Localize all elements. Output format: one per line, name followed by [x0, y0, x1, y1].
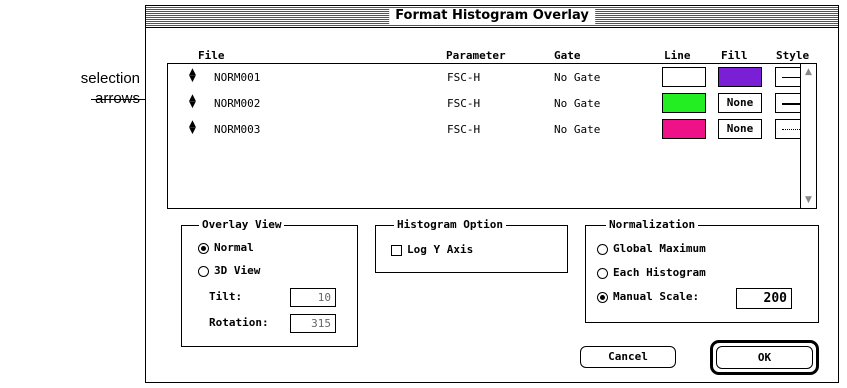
selection-arrows-icon[interactable]: ▲ ▼	[189, 68, 196, 84]
global-maximum-label[interactable]: Global Maximum	[613, 242, 706, 256]
row-parameter: FSC-H	[447, 123, 481, 136]
list-scrollbar[interactable]: ▲ ▼	[800, 64, 816, 208]
row-parameter: FSC-H	[447, 71, 481, 84]
rotation-label: Rotation:	[209, 316, 269, 329]
row-gate: No Gate	[554, 71, 601, 84]
global-maximum-radio[interactable]	[597, 244, 608, 255]
cancel-button[interactable]: Cancel	[580, 346, 676, 368]
fill-color-swatch[interactable]	[718, 67, 762, 87]
line-color-swatch[interactable]	[662, 119, 706, 139]
row-file: NORM003	[214, 123, 261, 136]
tilt-label: Tilt:	[209, 290, 243, 303]
callout-line1: selection	[80, 70, 140, 87]
callout-label: selection arrows	[0, 69, 140, 109]
table-row[interactable]: ▲ ▼ NORM002 FSC-H No Gate None	[168, 92, 811, 116]
file-list[interactable]: ▲ ▼ NORM001 FSC-H No Gate ▲ ▼ NORM002 FSC-…	[167, 63, 817, 209]
selection-arrows-icon[interactable]: ▲ ▼	[189, 94, 196, 110]
column-header-line: Line	[664, 49, 691, 62]
overlay-view-label: Overlay View	[199, 218, 285, 232]
scroll-up-icon[interactable]: ▲	[801, 64, 816, 80]
ok-button-default-ring[interactable]: OK	[710, 340, 819, 375]
title-bar[interactable]: Format Histogram Overlay	[146, 6, 838, 28]
overlay-view-group: Overlay View Normal 3D View Tilt: 10 Rot…	[181, 218, 358, 347]
3d-view-label[interactable]: 3D View	[214, 264, 260, 278]
3d-view-radio[interactable]	[198, 266, 209, 277]
column-header-fill: Fill	[721, 49, 748, 62]
fill-color-swatch[interactable]: None	[718, 119, 762, 139]
normal-label[interactable]: Normal	[214, 241, 254, 255]
table-row[interactable]: ▲ ▼ NORM001 FSC-H No Gate	[168, 66, 811, 90]
column-header-file: File	[198, 49, 225, 62]
tilt-field[interactable]: 10	[290, 288, 336, 307]
line-color-swatch[interactable]	[662, 93, 706, 113]
selection-arrows-icon[interactable]: ▲ ▼	[189, 120, 196, 136]
rotation-field[interactable]: 315	[290, 314, 336, 333]
row-gate: No Gate	[554, 97, 601, 110]
manual-scale-radio[interactable]	[597, 292, 608, 303]
each-histogram-label[interactable]: Each Histogram	[613, 266, 706, 280]
manual-scale-label[interactable]: Manual Scale:	[613, 290, 699, 304]
manual-scale-field[interactable]: 200	[736, 288, 792, 309]
histogram-option-group: Histogram Option Log Y Axis	[375, 218, 568, 273]
log-y-label[interactable]: Log Y Axis	[407, 243, 473, 257]
column-header-gate: Gate	[554, 49, 581, 62]
window-title: Format Histogram Overlay	[389, 8, 595, 24]
line-color-swatch[interactable]	[662, 67, 706, 87]
row-parameter: FSC-H	[447, 97, 481, 110]
fill-color-swatch[interactable]: None	[718, 93, 762, 113]
column-header-parameter: Parameter	[446, 49, 506, 62]
table-row[interactable]: ▲ ▼ NORM003 FSC-H No Gate None	[168, 118, 811, 142]
column-header-style: Style	[776, 49, 810, 62]
normalization-label: Normalization	[606, 218, 699, 232]
histogram-option-label: Histogram Option	[394, 218, 506, 232]
normalization-group: Normalization Global Maximum Each Histog…	[585, 218, 819, 323]
log-y-checkbox[interactable]	[391, 245, 402, 256]
row-gate: No Gate	[554, 123, 601, 136]
ok-button[interactable]: OK	[716, 346, 813, 369]
row-file: NORM001	[214, 71, 261, 84]
normal-radio[interactable]	[198, 243, 209, 254]
each-histogram-radio[interactable]	[597, 268, 608, 279]
scroll-down-icon[interactable]: ▼	[801, 192, 816, 208]
row-file: NORM002	[214, 97, 261, 110]
